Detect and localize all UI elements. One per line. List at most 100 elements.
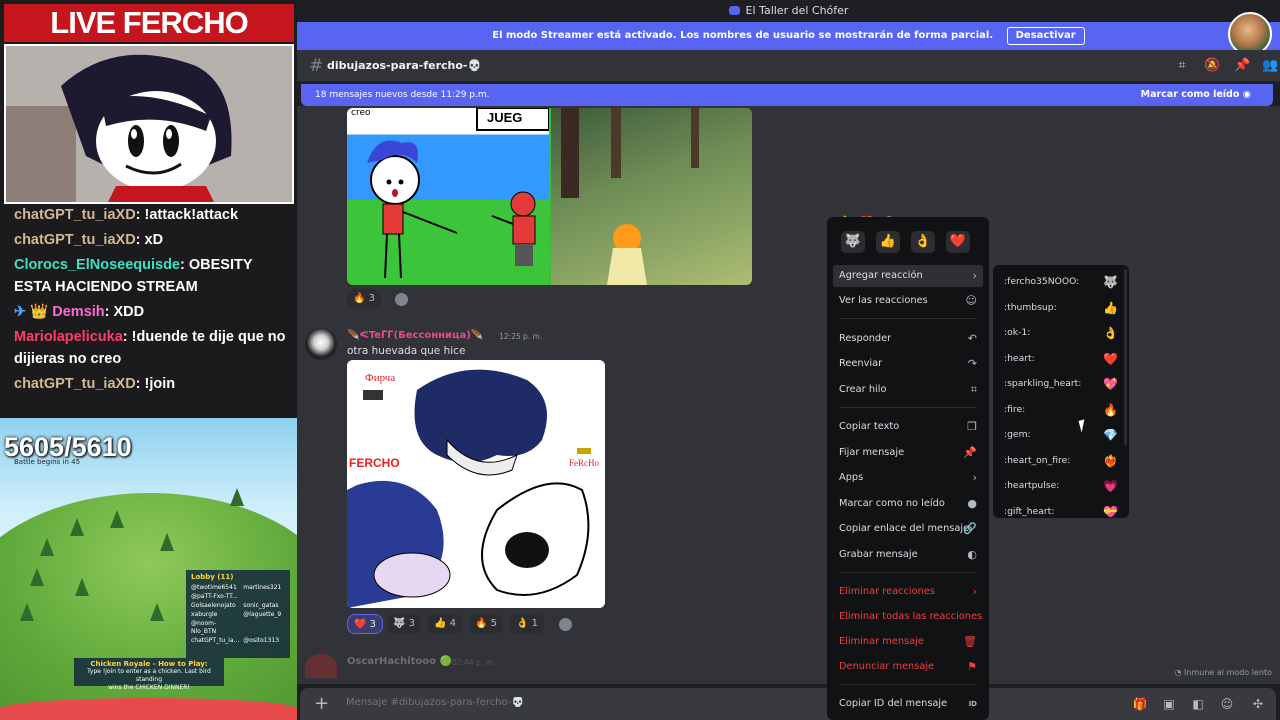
chevron-right-icon: ›: [972, 585, 977, 598]
notifications-muted-icon[interactable]: 🔕: [1204, 58, 1220, 74]
menu-item-delete-message[interactable]: Eliminar mensaje 🗑: [833, 631, 983, 653]
quick-reaction-heart-icon[interactable]: ❤️: [946, 231, 970, 253]
lobby-player: martines321: [243, 584, 282, 591]
chat-separator: :: [135, 232, 145, 248]
sticker-icon[interactable]: ◧: [1190, 696, 1206, 712]
emoji-name: :fire:: [1004, 404, 1026, 415]
fire-icon: 🔥: [353, 293, 366, 304]
menu-divider: [839, 407, 977, 408]
emoji-name: :heart_on_fire:: [1004, 455, 1071, 466]
emoji-icon[interactable]: ☺: [1219, 696, 1235, 712]
menu-item-create-thread[interactable]: Crear hilo ⌗: [833, 379, 983, 401]
reaction-count: 3: [408, 618, 416, 629]
member-list-icon[interactable]: 👥: [1262, 58, 1278, 74]
submenu-emoji-item[interactable]: :sparkling_heart: 💖: [998, 373, 1122, 395]
fire-icon: 🔥: [1103, 403, 1118, 417]
menu-item-copy-link[interactable]: Copiar enlace del mensaje 🔗: [833, 518, 983, 540]
channel-header: # dibujazos-para-fercho-💀 ⌗ 🔕 📌 👥: [297, 50, 1280, 82]
reaction-chip[interactable]: 👌 1: [510, 614, 545, 634]
forward-icon: ↷: [967, 357, 977, 370]
menu-item-mark-unread[interactable]: Marcar como no leído ●: [833, 493, 983, 515]
pinned-messages-icon[interactable]: 📌: [1234, 58, 1250, 74]
quick-reaction-thumbsup-icon[interactable]: 👍: [876, 231, 900, 253]
quick-reaction-custom-icon[interactable]: 🐺: [841, 231, 865, 253]
tree-icon: [40, 538, 54, 556]
tree-icon: [150, 603, 164, 621]
reaction-chip[interactable]: 🔥 3: [347, 289, 382, 309]
message-text: otra huevada que hice: [347, 345, 466, 357]
menu-item-label: Grabar mensaje: [839, 549, 918, 560]
emoji-name: :sparkling_heart:: [1004, 378, 1082, 389]
reaction-count: 1: [531, 618, 539, 629]
submenu-emoji-item[interactable]: :gift_heart: 💝: [998, 501, 1122, 517]
menu-item-apps[interactable]: Apps ›: [833, 467, 983, 489]
submenu-emoji-item[interactable]: :gem: 💎: [998, 424, 1122, 446]
menu-item-add-reaction[interactable]: Agregar reacción ›: [833, 265, 983, 287]
reaction-chip[interactable]: 🔥 5: [469, 614, 504, 634]
message-attachment-image[interactable]: Фирча FERCHO FeRcHo: [347, 360, 605, 608]
menu-item-label: Denunciar mensaje: [839, 661, 935, 672]
tree-icon: [230, 488, 244, 506]
submenu-emoji-item[interactable]: :heart: ❤️: [998, 348, 1122, 370]
comic-panel-left: creo JUEG: [347, 108, 550, 285]
emoji-name: :gift_heart:: [1004, 506, 1055, 517]
tree-icon: [70, 518, 84, 536]
disable-streamer-mode-button[interactable]: Desactivar: [1006, 27, 1085, 45]
avatar[interactable]: [305, 654, 337, 678]
message-author[interactable]: 🪶ᕙTeᒥᒥ(Бессонница)🪶: [347, 330, 483, 341]
mark-as-read-button[interactable]: Marcar como leído ◉: [1141, 84, 1251, 106]
menu-item-pin-message[interactable]: Fijar mensaje 📌: [833, 442, 983, 464]
menu-item-report-message[interactable]: Denunciar mensaje ⚑: [833, 656, 983, 678]
stream-chat: chatGPT_tu_iaXD: !attack!attack chatGPT_…: [0, 204, 297, 418]
gift-icon[interactable]: 🎁: [1132, 696, 1148, 712]
streamer-mode-text: El modo Streamer está activado. Los nomb…: [492, 30, 994, 41]
channel-name: dibujazos-para-fercho-💀: [327, 59, 482, 72]
pin-icon: 📌: [963, 446, 977, 459]
ok-hand-icon: 👌: [516, 618, 529, 629]
menu-item-forward[interactable]: Reenviar ↷: [833, 353, 983, 375]
menu-item-reply[interactable]: Responder ↶: [833, 328, 983, 350]
threads-icon[interactable]: ⌗: [1174, 58, 1190, 74]
id-icon: ID: [968, 700, 977, 708]
battle-timer: Battle begins in 45: [14, 458, 81, 466]
chat-username: chatGPT_tu_iaXD: [14, 232, 136, 248]
submenu-emoji-item[interactable]: :heart_on_fire: ❤️‍🔥: [998, 450, 1122, 472]
menu-item-label: Copiar enlace del mensaje: [839, 523, 970, 534]
game-screenshot: [551, 108, 752, 285]
gift-heart-icon: 💝: [1103, 505, 1118, 517]
reaction-chip[interactable]: 👍 4: [428, 614, 463, 634]
message-attachment-image[interactable]: creo JUEG: [347, 108, 752, 285]
menu-item-remove-reactions[interactable]: Eliminar reacciones ›: [833, 581, 983, 603]
lobby-title: Lobby (11): [191, 573, 234, 581]
new-messages-bar[interactable]: 18 mensajes nuevos desde 11:29 p.m. Marc…: [301, 84, 1273, 106]
quick-reaction-ok-icon[interactable]: 👌: [911, 231, 935, 253]
reaction-chip[interactable]: 🐺 3: [387, 614, 422, 634]
avatar[interactable]: [305, 328, 337, 360]
reaction-chip[interactable]: ❤️ 3: [347, 614, 384, 634]
emoji-name: :fercho35NOOO:: [1004, 276, 1080, 287]
chat-separator: :: [180, 257, 189, 273]
submenu-emoji-item[interactable]: :ok-1: 👌: [998, 322, 1122, 344]
message-author[interactable]: OscarHachitooo 🟢: [347, 656, 452, 667]
menu-item-copy-message-id[interactable]: Copiar ID del mensaje ID: [833, 693, 983, 715]
plus-icon[interactable]: +: [314, 693, 329, 714]
mark-as-read-label: Marcar como leído: [1140, 89, 1240, 100]
submenu-emoji-item[interactable]: :fercho35NOOO: 🐺: [998, 271, 1122, 293]
chat-text: !join: [144, 376, 176, 392]
submenu-emoji-item[interactable]: :fire: 🔥: [998, 399, 1122, 421]
submenu-emoji-item[interactable]: :thumbsup: 👍: [998, 297, 1122, 319]
add-reaction-icon[interactable]: [395, 293, 408, 306]
new-messages-text: 18 mensajes nuevos desde 11:29 p.m.: [315, 90, 490, 100]
menu-item-copy-text[interactable]: Copiar texto ❐: [833, 416, 983, 438]
quick-reactions: 🐺 👍 👌 ❤️: [841, 231, 981, 253]
submenu-scrollbar[interactable]: [1124, 269, 1127, 445]
apps-icon[interactable]: ✣: [1250, 696, 1266, 712]
chevron-right-icon: ›: [972, 269, 977, 282]
menu-item-remove-all-reactions[interactable]: Eliminar todas las reacciones: [833, 606, 983, 628]
add-reaction-icon[interactable]: [559, 618, 572, 631]
menu-item-view-reactions[interactable]: Ver las reacciones ☺: [833, 290, 983, 312]
gif-icon[interactable]: ▣: [1161, 696, 1177, 712]
menu-item-speak-message[interactable]: Grabar mensaje ◐: [833, 544, 983, 566]
forest-scene: [561, 108, 699, 285]
submenu-emoji-item[interactable]: :heartpulse: 💗: [998, 475, 1122, 497]
